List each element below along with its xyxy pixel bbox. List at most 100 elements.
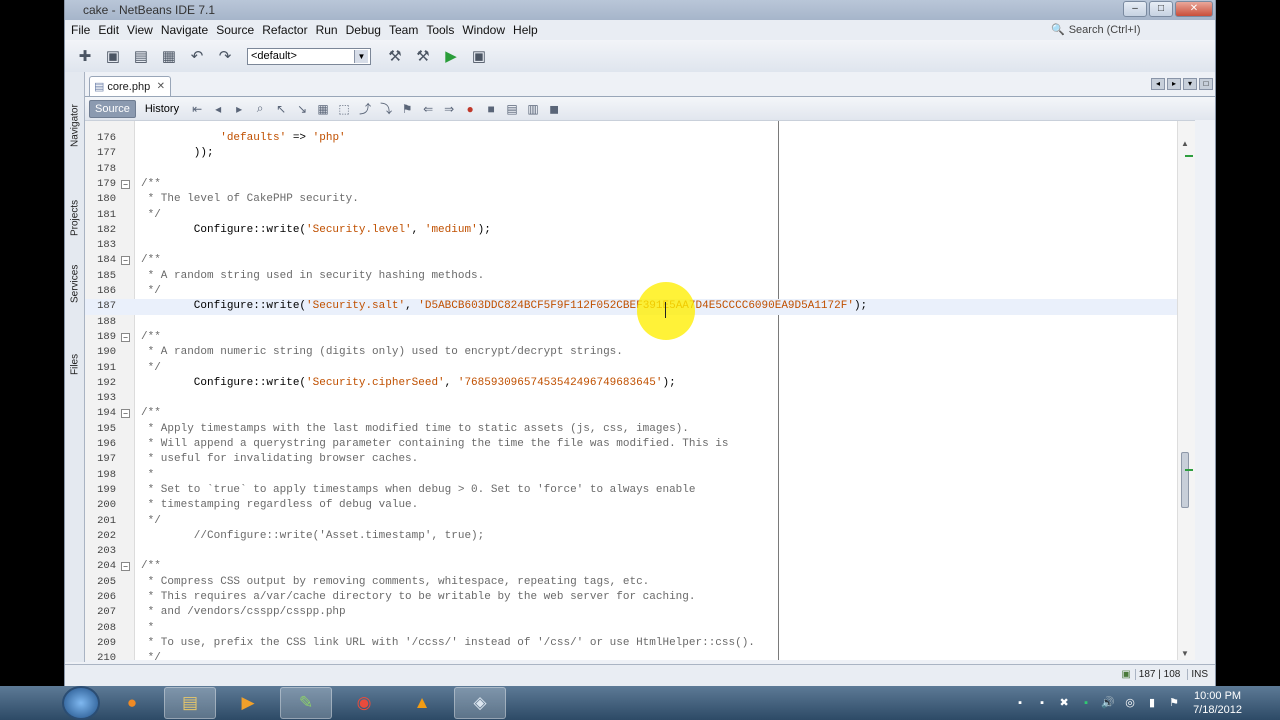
code-line[interactable]: 194 /** (85, 406, 1195, 421)
code-line[interactable]: 177 )); (85, 146, 1195, 161)
code-line[interactable]: 206 * This requires a/var/cache director… (85, 590, 1195, 605)
menu-source[interactable]: Source (212, 23, 258, 37)
forward-icon[interactable]: ▸ (230, 100, 248, 118)
scroll-down-icon[interactable]: ▼ (1181, 649, 1189, 658)
code-line[interactable]: 191 */ (85, 361, 1195, 376)
last-edit-icon[interactable]: ⇤ (188, 100, 206, 118)
code-line[interactable]: 179 /** (85, 177, 1195, 192)
code-line[interactable]: 183 (85, 238, 1195, 253)
back-icon[interactable]: ◂ (209, 100, 227, 118)
firefox-taskbar-icon[interactable]: ● (106, 687, 158, 719)
previous-bookmark-icon[interactable]: ⤴ (356, 100, 374, 118)
menu-debug[interactable]: Debug (342, 23, 385, 37)
rectangular-selection-icon[interactable]: ⬚ (335, 100, 353, 118)
code-line[interactable]: 208 * (85, 621, 1195, 636)
quick-search[interactable]: 🔍 Search (Ctrl+I) (1051, 21, 1211, 38)
chrome-taskbar-icon[interactable]: ◉ (338, 687, 390, 719)
code-line[interactable]: 200 * timestamping regardless of debug v… (85, 498, 1195, 513)
code-line[interactable]: 204 /** (85, 559, 1195, 574)
code-line[interactable]: 210 */ (85, 651, 1195, 660)
network-icon[interactable]: ▮ (1145, 696, 1159, 710)
code-line[interactable]: 192 Configure::write('Security.cipherSee… (85, 376, 1195, 391)
find-next-icon[interactable]: ↘ (293, 100, 311, 118)
editor-tab-core-php[interactable]: ▤ core.php ✕ (89, 76, 171, 96)
menu-view[interactable]: View (123, 23, 157, 37)
comment-icon[interactable]: ▤ (503, 100, 521, 118)
configuration-select[interactable]: <default> ▼ (247, 47, 371, 65)
editor-taskbar-icon[interactable]: ✎ (280, 687, 332, 719)
tray-app-icon[interactable]: ▪ (1013, 696, 1027, 710)
code-line[interactable]: 199 * Set to `true` to apply timestamps … (85, 483, 1195, 498)
new-file-icon[interactable]: ✚ (73, 44, 97, 68)
code-line[interactable]: 193 (85, 391, 1195, 406)
menu-refactor[interactable]: Refactor (258, 23, 311, 37)
shift-left-icon[interactable]: ⇐ (419, 100, 437, 118)
menu-tools[interactable]: Tools (422, 23, 458, 37)
redo-icon[interactable]: ↷ (213, 44, 237, 68)
minimize-button[interactable]: – (1123, 1, 1147, 17)
code-line[interactable]: 178 (85, 162, 1195, 177)
toggle-highlight-icon[interactable]: ▦ (314, 100, 332, 118)
scroll-left-icon[interactable]: ◂ (1151, 78, 1165, 90)
code-line[interactable]: 197 * useful for invalidating browser ca… (85, 452, 1195, 467)
menu-help[interactable]: Help (509, 23, 542, 37)
explorer-taskbar-icon[interactable]: ▤ (164, 687, 216, 719)
start-button[interactable] (62, 686, 100, 720)
code-editor[interactable]: 176 'defaults' => 'php' 177 )); 178 179/** −… (85, 120, 1195, 660)
code-line[interactable]: 185 * A random string used in security h… (85, 269, 1195, 284)
close-button[interactable]: ✕ (1175, 1, 1213, 17)
notification-icon[interactable]: ▣ (1121, 669, 1130, 680)
tray-app-icon[interactable]: ✖ (1057, 696, 1071, 710)
tab-list-icon[interactable]: ▾ (1183, 78, 1197, 90)
stop-macro-icon[interactable]: ■ (482, 100, 500, 118)
code-line[interactable]: 201 */ (85, 514, 1195, 529)
toggle-bookmark-icon[interactable]: ⚑ (398, 100, 416, 118)
fold-toggle-icon[interactable]: − (121, 179, 130, 189)
menu-edit[interactable]: Edit (94, 23, 123, 37)
menu-team[interactable]: Team (385, 23, 422, 37)
code-line[interactable]: 184 /** (85, 253, 1195, 268)
side-tab-navigator[interactable]: Navigator (65, 96, 85, 156)
netbeans-taskbar-icon[interactable]: ◈ (454, 687, 506, 719)
menu-window[interactable]: Window (458, 23, 509, 37)
fold-toggle-icon[interactable]: − (121, 562, 130, 572)
open-project-icon[interactable]: ▤ (129, 44, 153, 68)
code-line[interactable]: 209 * To use, prefix the CSS link URL wi… (85, 636, 1195, 651)
uncomment-icon[interactable]: ▥ (524, 100, 542, 118)
media-taskbar-icon[interactable]: ▶ (222, 687, 274, 719)
build-icon[interactable]: ⚒ (383, 44, 407, 68)
clean-build-icon[interactable]: ⚒ (411, 44, 435, 68)
flag-icon[interactable]: ⚑ (1167, 696, 1181, 710)
side-tab-projects[interactable]: Projects (65, 188, 85, 248)
code-line[interactable]: 180 * The level of CakePHP security. (85, 192, 1195, 207)
side-tab-services[interactable]: Services (65, 256, 85, 312)
tray-app-icon[interactable]: ▪ (1035, 696, 1049, 710)
menu-navigate[interactable]: Navigate (157, 23, 212, 37)
new-project-icon[interactable]: ▣ (101, 44, 125, 68)
menu-file[interactable]: File (67, 23, 94, 37)
tray-app-icon[interactable]: ◎ (1123, 696, 1137, 710)
tray-app-icon[interactable]: ▪ (1079, 696, 1093, 710)
code-line[interactable]: 181 */ (85, 208, 1195, 223)
fold-toggle-icon[interactable]: − (121, 256, 130, 266)
code-line[interactable]: 189 /** (85, 330, 1195, 345)
diff-icon[interactable]: ◼ (545, 100, 563, 118)
scrollbar-thumb[interactable] (1181, 452, 1189, 508)
shift-right-icon[interactable]: ⇒ (440, 100, 458, 118)
scroll-right-icon[interactable]: ▸ (1167, 78, 1181, 90)
scroll-up-icon[interactable]: ▲ (1181, 139, 1189, 148)
code-line[interactable]: 190 * A random numeric string (digits on… (85, 345, 1195, 360)
run-icon[interactable]: ▶ (439, 44, 463, 68)
close-icon[interactable]: ✕ (157, 81, 165, 92)
start-macro-icon[interactable]: ● (461, 100, 479, 118)
find-previous-icon[interactable]: ↖ (272, 100, 290, 118)
code-line[interactable]: 195 * Apply timestamps with the last mod… (85, 422, 1195, 437)
save-all-icon[interactable]: ▦ (157, 44, 181, 68)
fold-toggle-icon[interactable]: − (121, 332, 130, 342)
code-line[interactable]: 182 Configure::write('Security.level', '… (85, 223, 1195, 238)
debug-icon[interactable]: ▣ (467, 44, 491, 68)
menu-run[interactable]: Run (312, 23, 342, 37)
undo-icon[interactable]: ↶ (185, 44, 209, 68)
maximize-icon[interactable]: □ (1199, 78, 1213, 90)
volume-icon[interactable]: 🔊 (1101, 696, 1115, 710)
